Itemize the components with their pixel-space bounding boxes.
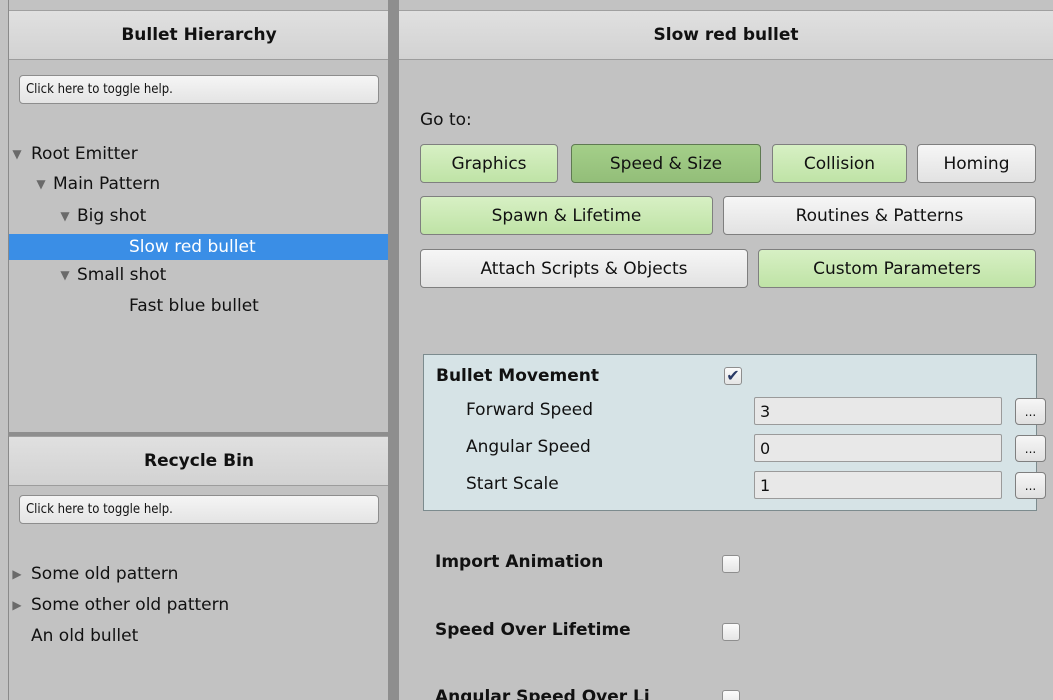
recycle-item-label: An old bullet	[31, 626, 139, 646]
tree-item-small-shot[interactable]: ▼ Small shot	[9, 263, 389, 287]
tab-homing[interactable]: Homing	[917, 144, 1036, 183]
tree-item-label: Root Emitter	[31, 144, 138, 164]
tab-attach-scripts-objects[interactable]: Attach Scripts & Objects	[420, 249, 748, 288]
goto-label: Go to:	[420, 110, 472, 130]
speed-over-lifetime-checkbox[interactable]	[722, 623, 740, 641]
forward-speed-label: Forward Speed	[466, 400, 594, 420]
recycle-item-an-old-bullet[interactable]: An old bullet	[9, 624, 389, 648]
inspector-header: Slow red bullet	[399, 10, 1053, 60]
bullet-hierarchy-panel: Bullet Hierarchy Click here to toggle he…	[8, 0, 389, 432]
tab-collision[interactable]: Collision	[772, 144, 907, 183]
tree-item-label: Big shot	[77, 206, 147, 226]
forward-speed-options-button[interactable]: ...	[1015, 398, 1046, 425]
checkmark-icon: ✔	[726, 366, 740, 385]
collapsed-arrow-icon[interactable]: ▶	[9, 598, 25, 612]
tab-graphics[interactable]: Graphics	[420, 144, 558, 183]
tab-routines-patterns[interactable]: Routines & Patterns	[723, 196, 1036, 235]
angular-speed-over-lifetime-label: Angular Speed Over Li	[435, 687, 650, 700]
expanded-arrow-icon[interactable]: ▼	[9, 147, 25, 161]
tree-item-root-emitter[interactable]: ▼ Root Emitter	[9, 142, 389, 166]
tree-item-big-shot[interactable]: ▼ Big shot	[9, 204, 389, 228]
tree-item-label: Fast blue bullet	[129, 296, 259, 316]
hierarchy-help-toggle-button[interactable]: Click here to toggle help.	[19, 75, 379, 104]
tree-item-label: Small shot	[77, 265, 167, 285]
tab-spawn-lifetime[interactable]: Spawn & Lifetime	[420, 196, 713, 235]
tree-item-slow-red-bullet[interactable]: Slow red bullet	[9, 234, 389, 260]
start-scale-label: Start Scale	[466, 474, 559, 494]
tree-item-main-pattern[interactable]: ▼ Main Pattern	[9, 172, 389, 196]
bullet-hierarchy-header: Bullet Hierarchy	[9, 10, 389, 60]
recycle-bin-panel: Recycle Bin Click here to toggle help. ▶…	[8, 436, 389, 700]
start-scale-input[interactable]: 1	[754, 471, 1002, 499]
collapsed-arrow-icon[interactable]: ▶	[9, 567, 25, 581]
vertical-splitter[interactable]	[388, 0, 399, 700]
expanded-arrow-icon[interactable]: ▼	[57, 268, 73, 282]
recycle-item-some-other-old-pattern[interactable]: ▶ Some other old pattern	[9, 593, 389, 617]
import-animation-label: Import Animation	[435, 552, 604, 572]
bullet-movement-group: Bullet Movement ✔ Forward Speed 3 ... An…	[423, 354, 1046, 511]
tab-speed-size[interactable]: Speed & Size	[571, 144, 761, 183]
angular-speed-input[interactable]: 0	[754, 434, 1002, 462]
bullet-movement-label: Bullet Movement	[436, 366, 599, 386]
recycle-bin-header: Recycle Bin	[9, 436, 389, 486]
inspector-panel: Slow red bullet Go to: Graphics Speed & …	[399, 0, 1053, 700]
expanded-arrow-icon[interactable]: ▼	[57, 209, 73, 223]
angular-speed-over-lifetime-checkbox[interactable]	[722, 690, 740, 700]
tree-item-label: Slow red bullet	[129, 237, 256, 257]
expanded-arrow-icon[interactable]: ▼	[33, 177, 49, 191]
angular-speed-label: Angular Speed	[466, 437, 591, 457]
recycle-help-toggle-button[interactable]: Click here to toggle help.	[19, 495, 379, 524]
start-scale-options-button[interactable]: ...	[1015, 472, 1046, 499]
speed-over-lifetime-label: Speed Over Lifetime	[435, 620, 631, 640]
angular-speed-options-button[interactable]: ...	[1015, 435, 1046, 462]
recycle-item-label: Some old pattern	[31, 564, 179, 584]
import-animation-checkbox[interactable]	[722, 555, 740, 573]
recycle-item-label: Some other old pattern	[31, 595, 230, 615]
recycle-item-some-old-pattern[interactable]: ▶ Some old pattern	[9, 562, 389, 586]
tree-item-fast-blue-bullet[interactable]: Fast blue bullet	[9, 294, 389, 318]
bullet-movement-checkbox[interactable]: ✔	[724, 367, 742, 385]
forward-speed-input[interactable]: 3	[754, 397, 1002, 425]
tree-item-label: Main Pattern	[53, 174, 161, 194]
tab-custom-parameters[interactable]: Custom Parameters	[758, 249, 1036, 288]
